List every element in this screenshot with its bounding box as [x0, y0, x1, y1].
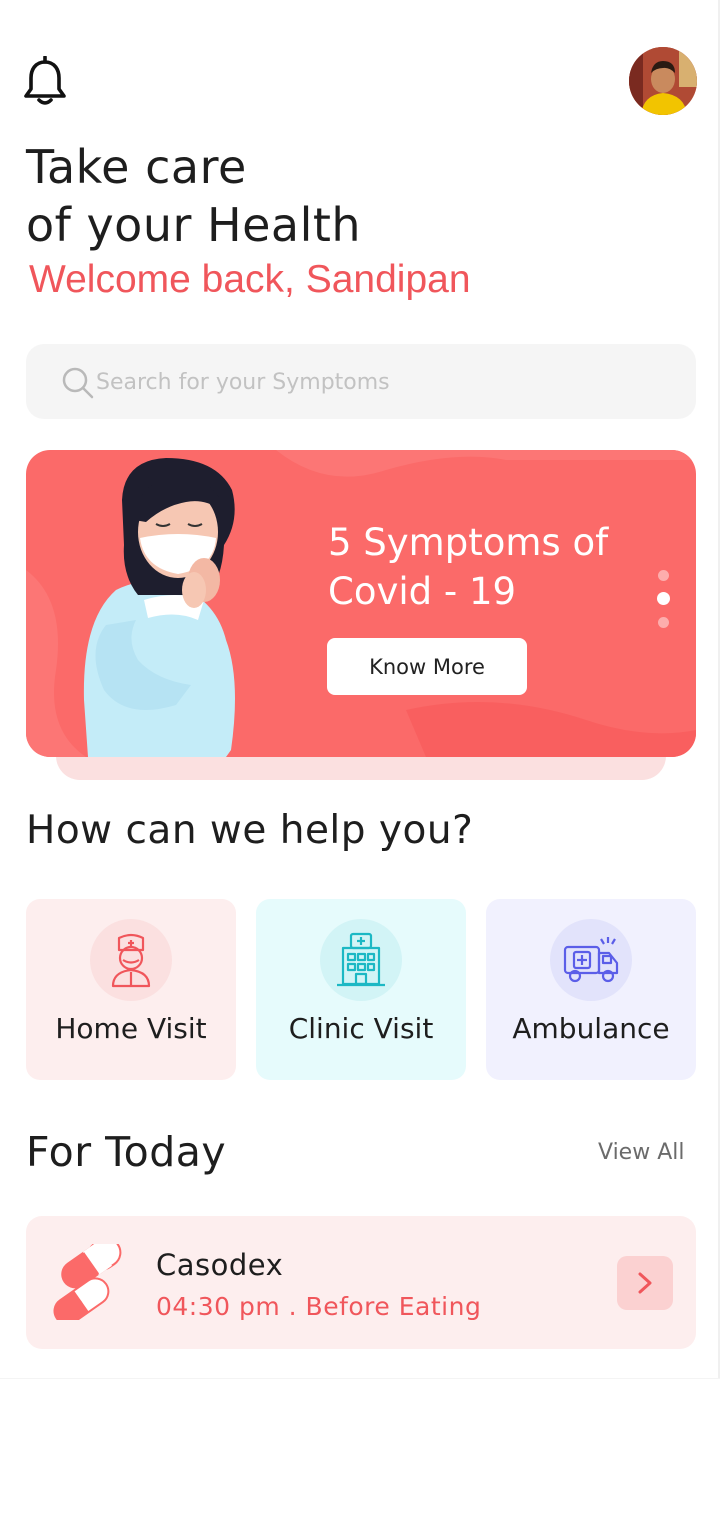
carousel-dot[interactable] — [658, 617, 669, 628]
medicine-time: 04:30 pm . Before Eating — [156, 1292, 482, 1321]
banner-title: 5 Symptoms of Covid - 19 — [328, 518, 668, 616]
for-today-title: For Today — [26, 1128, 227, 1176]
nurse-icon — [111, 933, 151, 988]
services-title: How can we help you? — [26, 808, 474, 853]
hospital-icon-circle — [320, 919, 402, 1001]
headline-line-2: of your Health — [26, 198, 362, 252]
carousel-indicator — [657, 570, 670, 630]
nurse-icon-circle — [90, 919, 172, 1001]
banner-title-line-1: 5 Symptoms of — [328, 521, 609, 564]
home-visit-label: Home Visit — [55, 1012, 207, 1045]
page-headline: Take care of your Health — [26, 138, 546, 254]
view-all-link[interactable]: View All — [598, 1140, 684, 1165]
chevron-right-icon — [638, 1272, 652, 1294]
clinic-visit-label: Clinic Visit — [288, 1012, 434, 1045]
headline-line-1: Take care — [26, 140, 247, 194]
ambulance-label: Ambulance — [512, 1012, 670, 1045]
pill-icon — [53, 1244, 122, 1320]
medicine-name: Casodex — [156, 1248, 284, 1282]
know-more-button[interactable]: Know More — [327, 638, 527, 695]
user-avatar[interactable] — [629, 47, 697, 115]
medicine-reminder-card[interactable]: Casodex 04:30 pm . Before Eating — [26, 1216, 696, 1349]
ambulance-card[interactable]: Ambulance — [486, 899, 696, 1080]
medicine-details-button[interactable] — [617, 1256, 673, 1310]
banner-title-line-2: Covid - 19 — [328, 570, 517, 613]
home-visit-card[interactable]: Home Visit — [26, 899, 236, 1080]
search-icon — [62, 367, 94, 399]
welcome-message: Welcome back, Sandipan — [29, 258, 471, 301]
bell-icon[interactable] — [22, 56, 68, 108]
ambulance-icon — [563, 937, 619, 983]
covid-banner[interactable]: 5 Symptoms of Covid - 19 Know More — [26, 450, 696, 757]
clinic-visit-card[interactable]: Clinic Visit — [256, 899, 466, 1080]
carousel-dot-active[interactable] — [657, 592, 670, 605]
content-bottom-divider — [0, 1378, 720, 1379]
ambulance-icon-circle — [550, 919, 632, 1001]
hospital-icon — [337, 932, 385, 987]
search-input[interactable] — [96, 364, 656, 400]
carousel-dot[interactable] — [658, 570, 669, 581]
search-bar[interactable] — [26, 344, 696, 419]
